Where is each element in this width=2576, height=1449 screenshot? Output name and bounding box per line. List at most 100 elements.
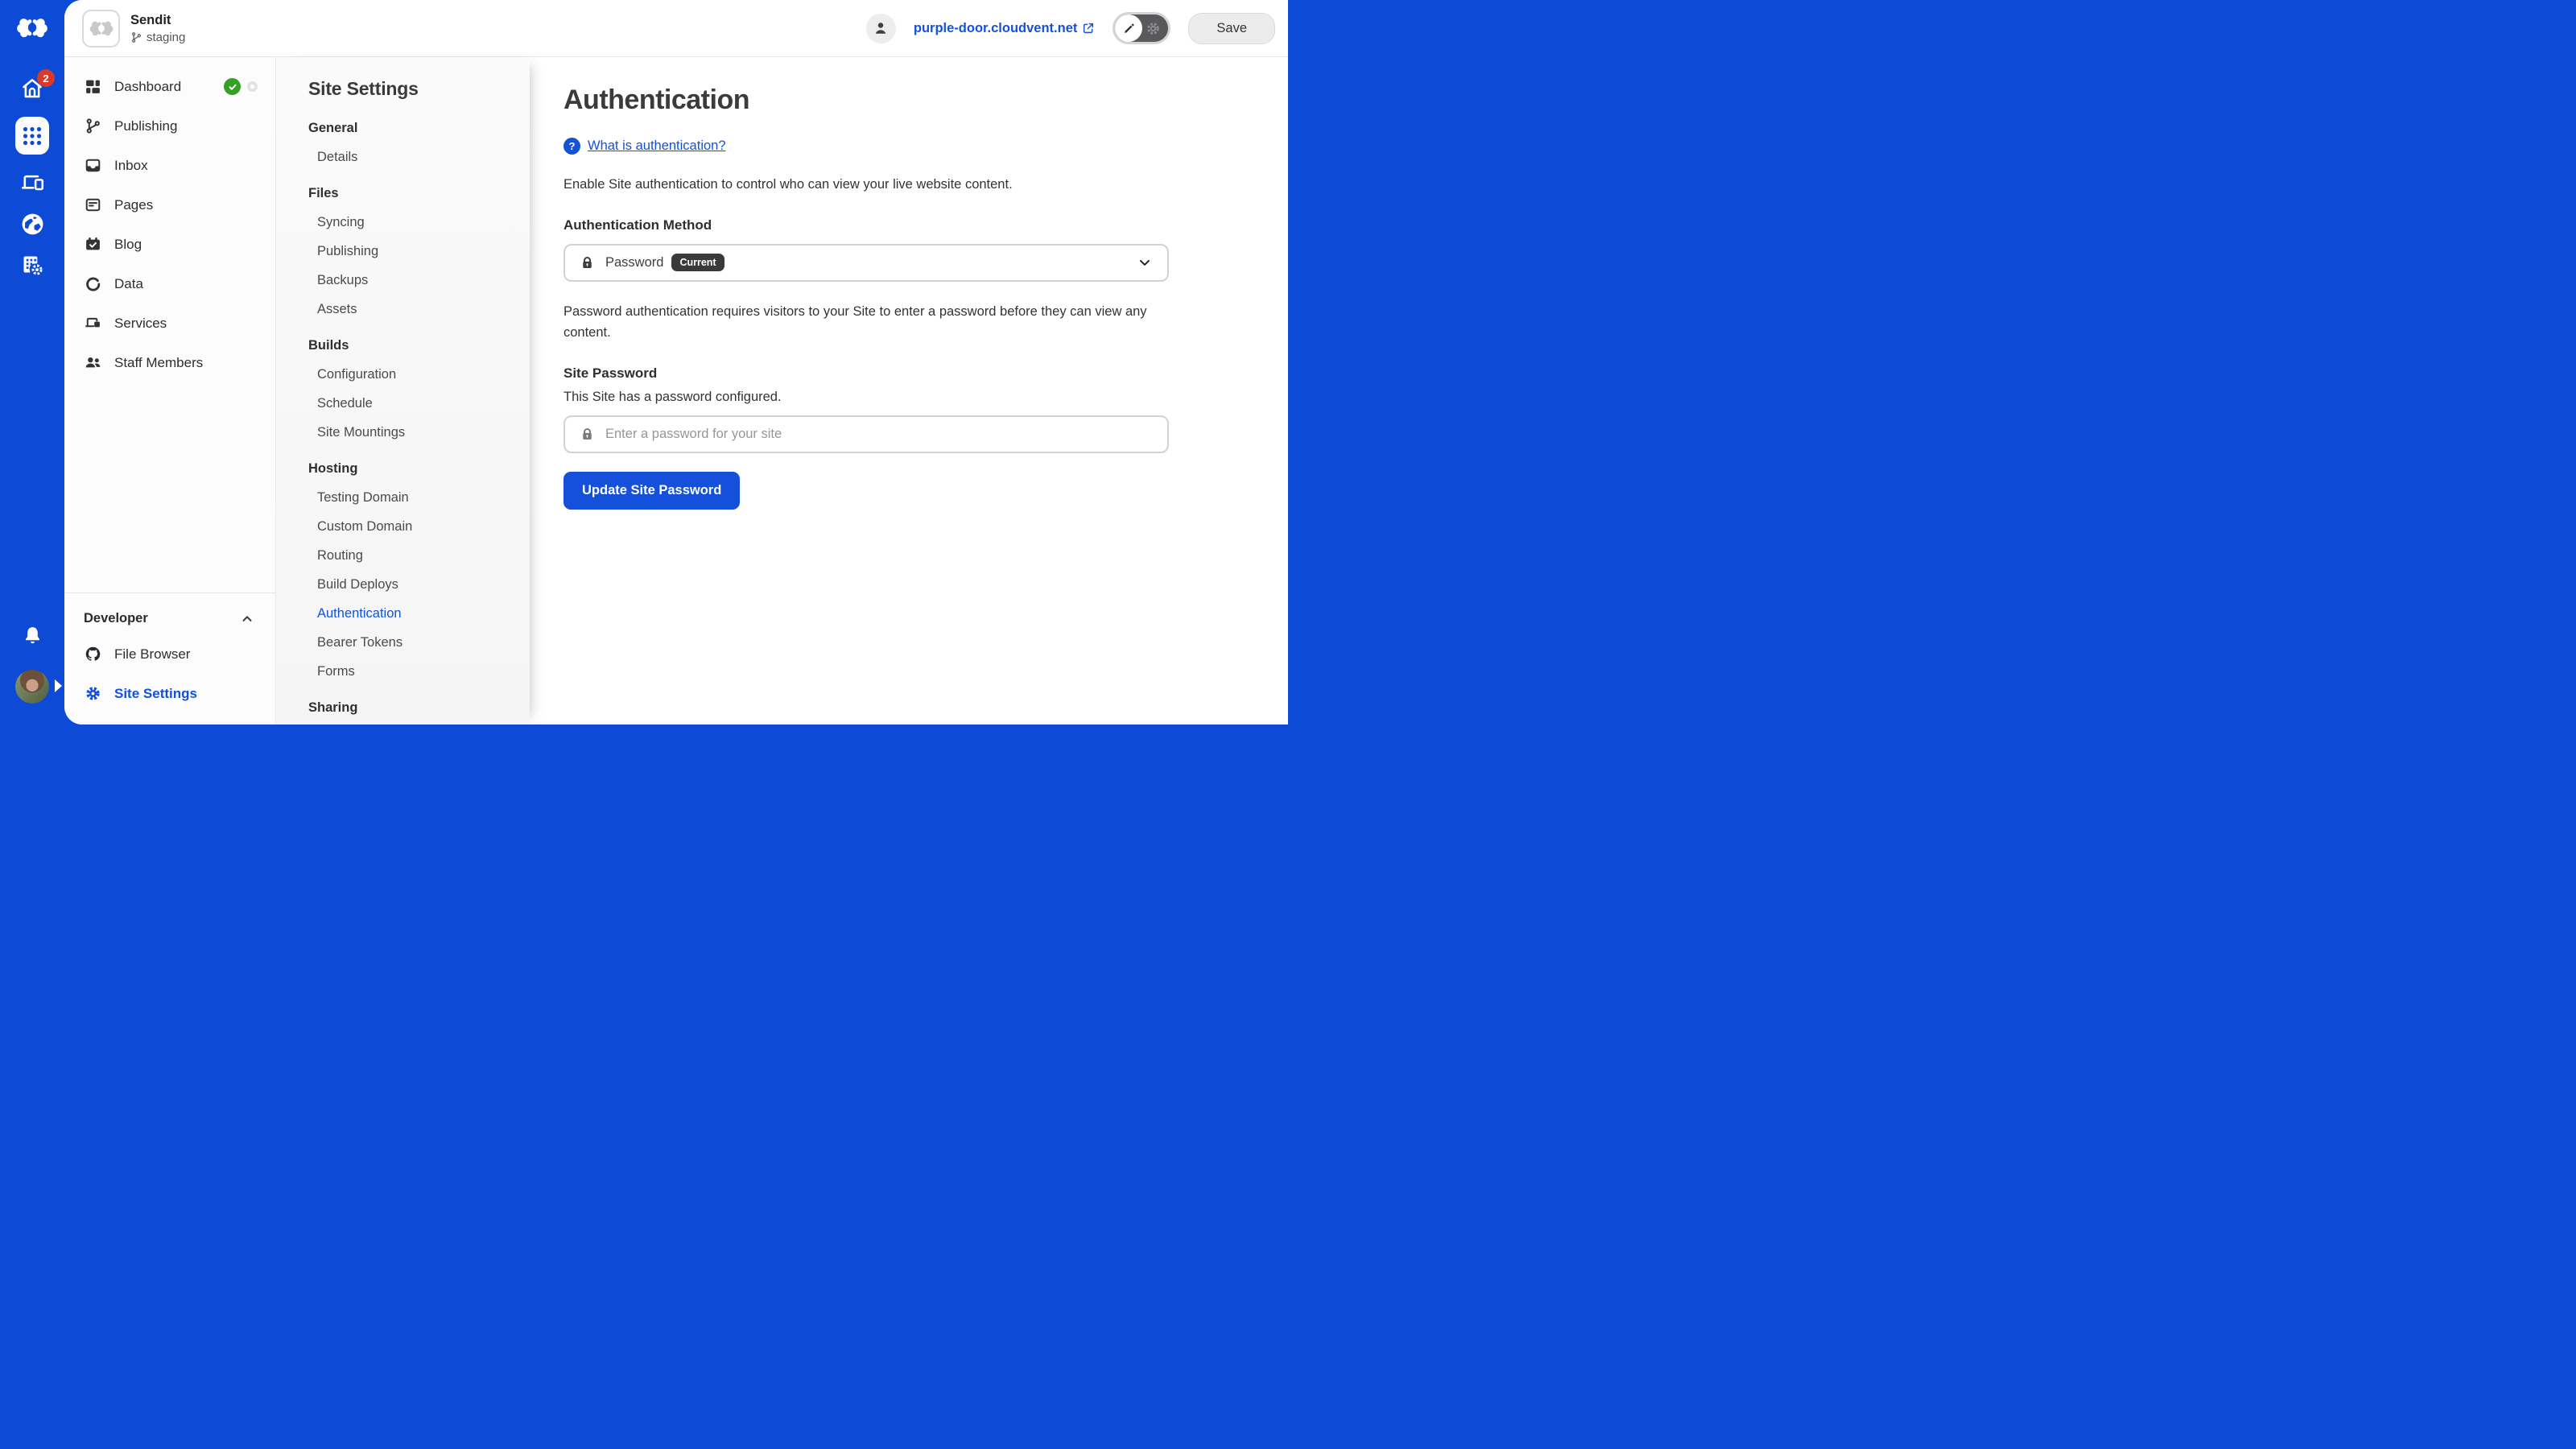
rail-bottom (15, 625, 49, 724)
settings-nav-item-custom-domain[interactable]: Custom Domain (308, 519, 530, 535)
sidebar-item-label: Inbox (114, 158, 148, 174)
settings-nav-item-routing[interactable]: Routing (308, 548, 530, 564)
settings-mode-knob[interactable] (1145, 20, 1162, 37)
sidebar-item-publishing[interactable]: Publishing (64, 106, 275, 146)
edit-preview-toggle[interactable] (1113, 12, 1170, 44)
rail-globe-button[interactable] (20, 212, 45, 237)
settings-nav-item-publishing[interactable]: Publishing (308, 244, 530, 259)
developer-section: Developer File Browser (64, 592, 275, 724)
github-icon (84, 646, 101, 663)
settings-nav-panel: Site Settings General Details Files Sync… (275, 57, 530, 724)
branch-name: staging (147, 31, 185, 44)
rail-organization-button[interactable] (20, 253, 45, 278)
question-mark-icon: ? (564, 138, 580, 155)
settings-section-general: General Details (308, 121, 530, 165)
settings-nav-item-bearer-tokens[interactable]: Bearer Tokens (308, 635, 530, 650)
external-link-icon (1082, 22, 1095, 35)
sidebar-item-label: Blog (114, 237, 142, 253)
lock-icon (580, 427, 595, 442)
bell-icon (22, 625, 43, 646)
document-icon (84, 196, 101, 213)
building-settings-icon (20, 253, 45, 278)
app-surface: Sendit staging purple-door.cloudvent.n (64, 0, 1288, 724)
settings-nav-item-syncing[interactable]: Syncing (308, 215, 530, 230)
cloudcannon-logo[interactable] (14, 10, 51, 44)
settings-nav-item-details[interactable]: Details (308, 150, 530, 165)
settings-nav-item-site-mountings[interactable]: Site Mountings (308, 425, 530, 440)
settings-nav-item-assets[interactable]: Assets (308, 302, 530, 317)
settings-nav-item-schedule[interactable]: Schedule (308, 396, 530, 411)
authentication-method-label: Authentication Method (564, 217, 1169, 233)
sidebar-item-services[interactable]: Services (64, 303, 275, 343)
sidebar-item-label: File Browser (114, 646, 190, 663)
settings-nav-item-testing-domain[interactable]: Testing Domain (308, 490, 530, 506)
site-logo-card[interactable] (82, 10, 120, 47)
edit-mode-knob[interactable] (1115, 14, 1142, 42)
update-site-password-button[interactable]: Update Site Password (564, 472, 740, 510)
what-is-authentication-link[interactable]: What is authentication? (588, 138, 726, 154)
sidebar-item-site-settings[interactable]: Site Settings (64, 674, 275, 713)
sidebar-item-label: Dashboard (114, 79, 181, 95)
expand-panel-arrow-icon[interactable] (55, 679, 62, 692)
settings-section-header: Builds (308, 338, 530, 353)
sidebar-item-file-browser[interactable]: File Browser (64, 634, 275, 674)
sidebar-item-data[interactable]: Data (64, 264, 275, 303)
live-site-link[interactable]: purple-door.cloudvent.net (914, 21, 1096, 36)
site-logo-icon (88, 15, 115, 41)
developer-section-header[interactable]: Developer (64, 603, 275, 634)
settings-nav-item-forms[interactable]: Forms (308, 664, 530, 679)
notification-count-badge: 2 (37, 69, 55, 87)
site-password-label: Site Password (564, 365, 1169, 382)
chevron-down-icon (1137, 254, 1153, 270)
rail-devices-button[interactable] (20, 171, 45, 196)
devices-box-icon (84, 315, 101, 332)
live-site-url: purple-door.cloudvent.net (914, 21, 1078, 36)
rail-apps-button[interactable] (15, 117, 49, 155)
settings-section-header: General (308, 121, 530, 136)
save-button[interactable]: Save (1188, 13, 1275, 44)
sidebar-item-inbox[interactable]: Inbox (64, 146, 275, 185)
build-pending-status-icon (247, 81, 258, 92)
main-content: Authentication ? What is authentication?… (530, 57, 1288, 724)
settings-nav-item-configuration[interactable]: Configuration (308, 367, 530, 382)
password-input-box[interactable] (564, 415, 1169, 453)
intro-text: Enable Site authentication to control wh… (564, 175, 1169, 196)
notifications-bell-button[interactable] (22, 625, 43, 649)
help-link-row[interactable]: ? What is authentication? (564, 138, 1169, 155)
sidebar-item-staff-members[interactable]: Staff Members (64, 343, 275, 382)
current-badge: Current (671, 254, 724, 271)
calendar-check-icon (84, 236, 101, 253)
settings-nav-title: Site Settings (308, 78, 530, 100)
sidebar-item-dashboard[interactable]: Dashboard (64, 67, 275, 106)
lock-icon (580, 255, 595, 270)
dashboard-grid-icon (84, 78, 101, 95)
settings-section-files: Files Syncing Publishing Backups Assets (308, 186, 530, 317)
topbar: Sendit staging purple-door.cloudvent.n (64, 0, 1288, 57)
sidebar-item-label: Publishing (114, 118, 177, 134)
authentication-method-select[interactable]: Password Current (564, 244, 1169, 282)
people-icon (84, 354, 101, 371)
settings-section-builds: Builds Configuration Schedule Site Mount… (308, 338, 530, 440)
rail-home-button[interactable]: 2 (20, 76, 44, 101)
pencil-icon (1122, 22, 1136, 35)
rail-nav: 2 (15, 76, 49, 278)
settings-nav-item-build-deploys[interactable]: Build Deploys (308, 577, 530, 592)
sidebar-item-label: Pages (114, 197, 153, 213)
selected-method-value: Password (605, 255, 663, 270)
primary-rail: 2 (0, 0, 64, 724)
globe-icon (20, 212, 45, 237)
settings-nav-item-authentication[interactable]: Authentication (308, 606, 530, 621)
developer-section-label: Developer (84, 611, 148, 626)
gear-icon (1145, 20, 1162, 37)
site-password-input[interactable] (605, 427, 1153, 442)
sidebar-item-blog[interactable]: Blog (64, 225, 275, 264)
user-avatar[interactable] (15, 670, 49, 704)
account-button[interactable] (866, 14, 896, 43)
sidebar-item-pages[interactable]: Pages (64, 185, 275, 225)
settings-section-header: Sharing (308, 700, 530, 716)
sidebar-item-label: Services (114, 316, 167, 332)
site-meta: Sendit staging (130, 13, 185, 44)
sidebar-item-label: Data (114, 276, 143, 292)
git-branch-icon (84, 118, 101, 134)
settings-nav-item-backups[interactable]: Backups (308, 273, 530, 288)
